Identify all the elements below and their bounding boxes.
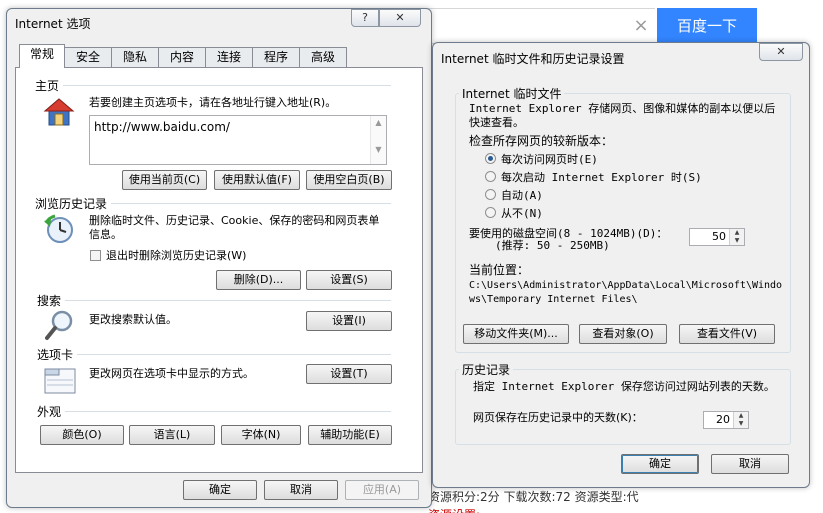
tabs-settings-button[interactable]: 设置(T) — [306, 364, 392, 384]
delete-history-button[interactable]: 删除(D)... — [216, 270, 301, 290]
appearance-heading: 外观 — [37, 405, 62, 419]
homepage-heading: 主页 — [35, 79, 60, 93]
option-every-start-label[interactable]: 每次启动 Internet Explorer 时(S) — [501, 169, 702, 185]
browsing-history-heading: 浏览历史记录 — [35, 197, 108, 211]
help-button[interactable]: ? — [351, 9, 379, 27]
temp-files-group-title: Internet 临时文件 — [459, 85, 565, 102]
search-settings-button[interactable]: 设置(I) — [306, 311, 392, 331]
ok-button[interactable]: 确定 — [621, 454, 699, 474]
accessibility-button[interactable]: 辅助功能(E) — [308, 425, 392, 445]
search-heading: 搜索 — [37, 294, 62, 308]
baidu-search-button[interactable]: 百度一下 — [657, 8, 757, 44]
textarea-scrollbar[interactable]: ▲ ▼ — [370, 116, 386, 164]
history-clock-icon — [43, 213, 75, 248]
tab-security[interactable]: 安全 — [64, 47, 112, 67]
current-location-label: 当前位置： — [469, 263, 530, 277]
option-automatic-label[interactable]: 自动(A) — [501, 187, 543, 203]
close-icon[interactable]: × — [632, 17, 650, 35]
radio-every-start[interactable] — [485, 171, 496, 182]
disk-space-hint: (推荐: 50 - 250MB) — [495, 239, 610, 252]
use-current-button[interactable]: 使用当前页(C) — [122, 170, 207, 190]
tab-connections[interactable]: 连接 — [205, 47, 253, 67]
tab-advanced[interactable]: 高级 — [299, 47, 347, 67]
move-folder-button[interactable]: 移动文件夹(M)... — [463, 324, 569, 344]
divider — [63, 85, 391, 86]
delete-on-exit-label[interactable]: 退出时删除浏览历史记录(W) — [106, 249, 246, 263]
check-newer-label: 检查所存网页的较新版本： — [469, 134, 614, 148]
spinner-arrows[interactable]: ▲ ▼ — [729, 229, 744, 245]
fonts-button[interactable]: 字体(N) — [221, 425, 301, 445]
browser-search-input[interactable] — [405, 8, 655, 44]
use-blank-button[interactable]: 使用空白页(B) — [306, 170, 392, 190]
colors-button[interactable]: 颜色(O) — [40, 425, 124, 445]
tab-content[interactable]: 内容 — [158, 47, 206, 67]
divider — [65, 411, 391, 412]
temp-files-group — [455, 93, 791, 353]
close-button[interactable]: ✕ — [379, 9, 421, 27]
current-location-path: C:\Users\Administrator\AppData\Local\Mic… — [469, 280, 783, 305]
view-files-button[interactable]: 查看文件(V) — [679, 324, 775, 344]
tabs-window-icon — [44, 365, 76, 398]
history-days-label: 网页保存在历史记录中的天数(K)： — [473, 411, 643, 424]
history-group-title: 历史记录 — [459, 361, 514, 378]
spinner-arrows[interactable]: ▲ ▼ — [733, 412, 748, 428]
divider — [77, 354, 391, 355]
history-description: 删除临时文件、历史记录、Cookie、保存的密码和网页表单信息。 — [89, 214, 380, 241]
divider — [65, 300, 391, 301]
history-days-value: 20 — [716, 413, 730, 426]
ok-button[interactable]: 确定 — [183, 480, 257, 500]
cancel-button[interactable]: 取消 — [711, 454, 789, 474]
disk-space-value: 50 — [712, 230, 726, 243]
tabs-heading: 选项卡 — [37, 348, 74, 362]
tab-general[interactable]: 常规 — [19, 44, 65, 68]
use-default-button[interactable]: 使用默认值(F) — [214, 170, 300, 190]
radio-never[interactable] — [485, 207, 496, 218]
internet-options-dialog: Internet 选项 ? ✕ 常规 安全 隐私 内容 连接 程序 高级 主页 … — [6, 8, 432, 508]
option-every-visit-label[interactable]: 每次访问网页时(E) — [501, 151, 598, 167]
apply-button[interactable]: 应用(A) — [345, 480, 419, 500]
dialog-title: Internet 临时文件和历史记录设置 — [441, 52, 625, 66]
option-never-label[interactable]: 从不(N) — [501, 205, 543, 221]
history-settings-button[interactable]: 设置(S) — [306, 270, 392, 290]
view-objects-button[interactable]: 查看对象(O) — [579, 324, 667, 344]
homepage-url-textarea[interactable]: http://www.baidu.com/ ▲ ▼ — [89, 115, 387, 165]
close-button[interactable]: ✕ — [759, 43, 803, 61]
homepage-description: 若要创建主页选项卡，请在各地址行键入地址(R)。 — [89, 96, 337, 109]
resource-settings-text: 资源设置: — [428, 506, 480, 513]
home-icon — [43, 97, 75, 130]
cancel-button[interactable]: 取消 — [264, 480, 338, 500]
languages-button[interactable]: 语言(L) — [129, 425, 215, 445]
homepage-url: http://www.baidu.com/ — [94, 120, 230, 134]
search-magnifier-icon — [45, 309, 75, 344]
delete-on-exit-checkbox[interactable] — [90, 250, 101, 261]
radio-automatic[interactable] — [485, 189, 496, 200]
history-days-spinner[interactable]: 20 ▲ ▼ — [703, 411, 749, 429]
disk-space-spinner[interactable]: 50 ▲ ▼ — [689, 228, 745, 246]
tab-privacy[interactable]: 隐私 — [111, 47, 159, 67]
tabs-description: 更改网页在选项卡中显示的方式。 — [89, 367, 254, 380]
temp-files-settings-dialog: Internet 临时文件和历史记录设置 ✕ Internet 临时文件 Int… — [432, 42, 810, 488]
divider — [111, 203, 391, 204]
dialog-title: Internet 选项 — [15, 17, 91, 31]
tab-programs[interactable]: 程序 — [252, 47, 300, 67]
resource-info-text: 资源积分:2分 下载次数:72 资源类型:代 — [428, 490, 639, 504]
temp-files-description: Internet Explorer 存储网页、图像和媒体的副本以便以后快速查看。 — [469, 102, 776, 129]
search-description: 更改搜索默认值。 — [89, 313, 177, 326]
radio-every-visit[interactable] — [485, 153, 496, 164]
history-description: 指定 Internet Explorer 保存您访问过网站列表的天数。 — [473, 380, 775, 393]
